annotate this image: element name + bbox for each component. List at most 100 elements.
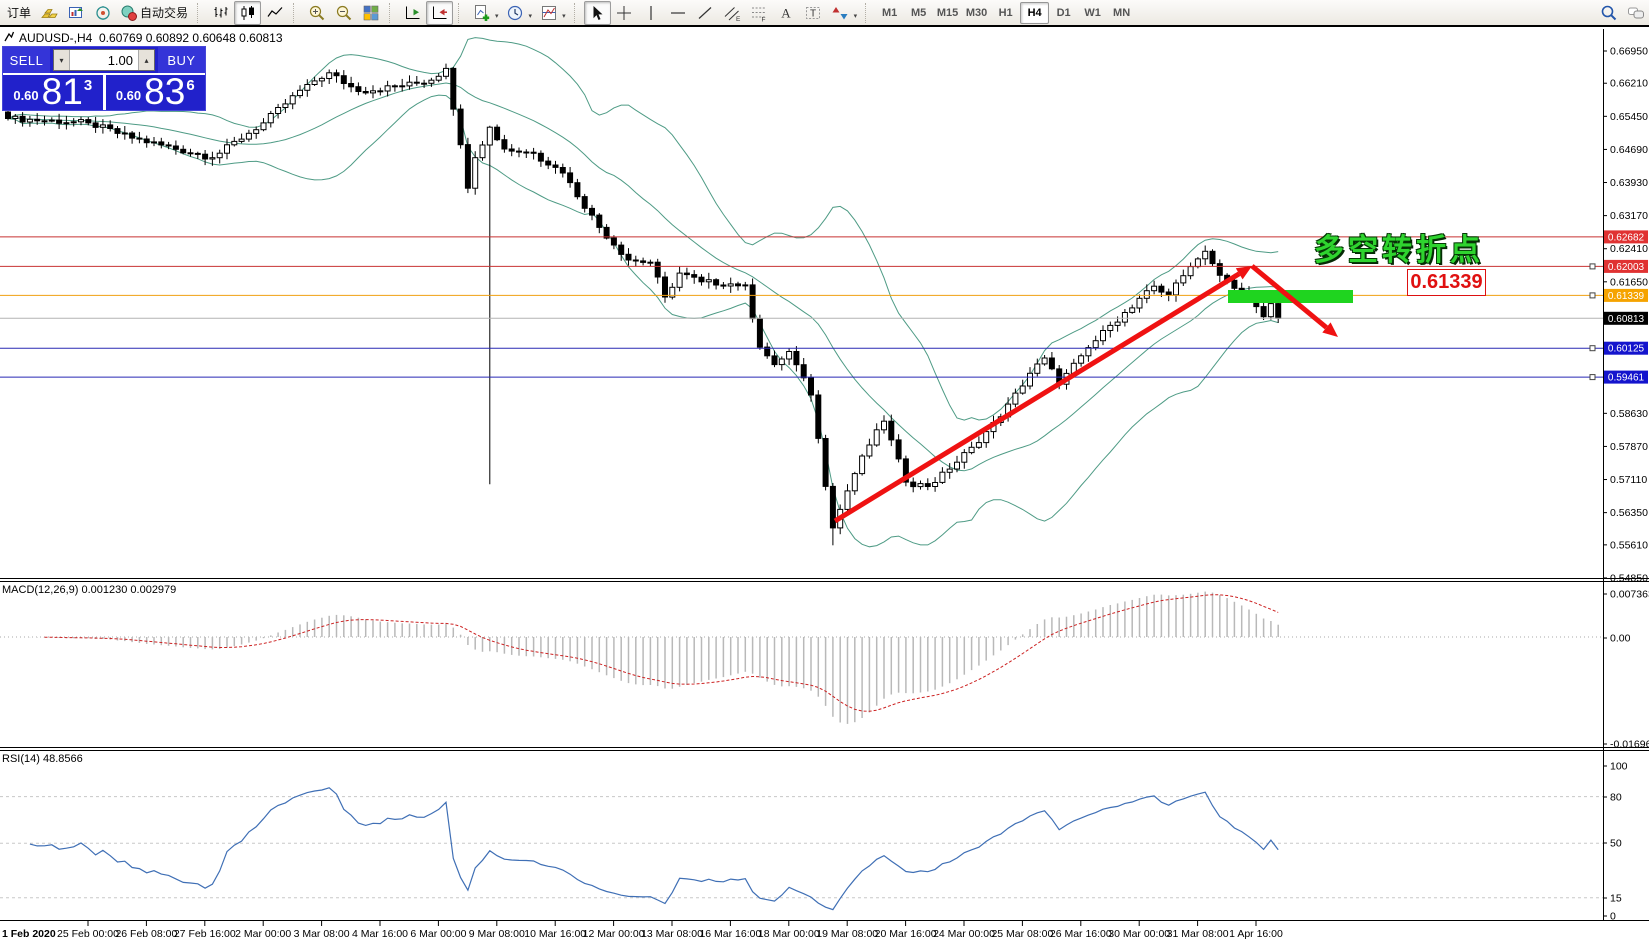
date-label[interactable]: 18 Mar 00:00 — [758, 928, 820, 940]
templates-button-dropdown-icon[interactable]: ▾ — [562, 12, 566, 20]
candlestick-chart-button[interactable] — [234, 1, 261, 25]
publish-chart-icon[interactable] — [62, 1, 89, 25]
axis-price-flag-text: 0.62003 — [1608, 262, 1645, 273]
date-label[interactable]: 20 Mar 16:00 — [875, 928, 937, 940]
line-chart-button[interactable] — [261, 1, 288, 25]
auto-scroll-button[interactable] — [399, 1, 426, 25]
hline-handle[interactable] — [1590, 293, 1595, 298]
candle-bull — [1268, 304, 1273, 317]
date-label[interactable]: 25 Mar 08:00 — [991, 928, 1053, 940]
candle-bear — [801, 365, 806, 378]
date-label[interactable]: 9 Mar 08:00 — [469, 928, 525, 940]
indicators-button[interactable] — [468, 1, 495, 25]
sell-button[interactable]: SELL — [3, 47, 50, 73]
timeframe-button-w1[interactable]: W1 — [1078, 2, 1107, 24]
timeframe-button-m1[interactable]: M1 — [875, 2, 904, 24]
chart-canvas[interactable]: 0.626820.620030.613390.608130.601250.594… — [0, 0, 1649, 948]
date-label[interactable]: 1 Apr 16:00 — [1229, 928, 1283, 940]
price-tick-label: 0.64690 — [1610, 144, 1648, 156]
timeframe-button-mn[interactable]: MN — [1107, 2, 1136, 24]
horizontal-line-button[interactable] — [665, 1, 692, 25]
candle-bull — [955, 462, 960, 469]
date-label[interactable]: 25 Feb 00:00 — [57, 928, 119, 940]
date-label[interactable]: 19 Mar 08:00 — [816, 928, 878, 940]
price-tick-label: 0.65450 — [1610, 111, 1648, 123]
order-button[interactable]: 订单 — [3, 4, 35, 21]
indicators-button-dropdown-icon[interactable]: ▾ — [495, 12, 499, 20]
date-label[interactable]: 3 Mar 08:00 — [294, 928, 350, 940]
volume-decrease-button[interactable]: ▾ — [54, 50, 70, 70]
sell-price[interactable]: 0.60813 — [3, 75, 103, 110]
equidistant-channel-button[interactable]: E — [719, 1, 746, 25]
candle-bear — [714, 280, 719, 285]
date-label[interactable]: 27 Feb 16:00 — [174, 928, 236, 940]
timeframe-button-h1[interactable]: H1 — [991, 2, 1020, 24]
one-click-trading-panel: SELL ▾ 1.00 ▴ BUY 0.60813 0.60836 — [2, 46, 206, 111]
zoom-in-button[interactable] — [303, 1, 330, 25]
timeframe-button-d1[interactable]: D1 — [1049, 2, 1078, 24]
date-label[interactable]: 2 Mar 00:00 — [235, 928, 291, 940]
timeframe-button-h4[interactable]: H4 — [1020, 2, 1049, 24]
candle-bear — [830, 486, 835, 528]
candle-bull — [867, 445, 872, 456]
volume-increase-button[interactable]: ▴ — [138, 50, 154, 70]
hline-handle[interactable] — [1590, 375, 1595, 380]
chat-button[interactable] — [1622, 1, 1649, 25]
hline-handle[interactable] — [1590, 346, 1595, 351]
date-label[interactable]: 10 Mar 16:00 — [524, 928, 586, 940]
turning-point-annotation[interactable]: 多空转折点 — [1308, 225, 1490, 269]
date-label[interactable]: 12 Mar 00:00 — [583, 928, 645, 940]
date-label[interactable]: 26 Feb 08:00 — [115, 928, 177, 940]
candle-bull — [79, 120, 84, 122]
bollinger-middle — [8, 83, 1278, 471]
timeframe-button-m5[interactable]: M5 — [904, 2, 933, 24]
candle-bull — [152, 142, 157, 143]
autotrade-button[interactable]: 自动交易 — [116, 4, 192, 22]
date-label[interactable]: 26 Mar 16:00 — [1050, 928, 1112, 940]
date-label[interactable]: 13 Mar 08:00 — [641, 928, 703, 940]
periods-button[interactable] — [502, 1, 529, 25]
svg-text:T: T — [810, 8, 816, 19]
templates-button[interactable] — [535, 1, 562, 25]
buy-price[interactable]: 0.60836 — [106, 75, 206, 110]
volume-input[interactable]: 1.00 — [70, 50, 138, 70]
candle-bull — [976, 443, 981, 448]
candle-bear — [597, 215, 602, 227]
candle-bear — [173, 146, 178, 149]
vertical-line-button[interactable] — [638, 1, 665, 25]
signals-icon[interactable] — [89, 1, 116, 25]
hline-handle[interactable] — [1590, 264, 1595, 269]
crosshair-button[interactable] — [611, 1, 638, 25]
trendline-button[interactable] — [692, 1, 719, 25]
modify-order-icon[interactable] — [35, 1, 62, 25]
svg-text:A: A — [781, 5, 791, 20]
arrows-button-dropdown-icon[interactable]: ▾ — [854, 12, 858, 20]
price-tag-label[interactable]: 0.61339 — [1407, 269, 1486, 296]
date-label[interactable]: 30 Mar 00:00 — [1108, 928, 1170, 940]
text-button[interactable]: A — [773, 1, 800, 25]
trend-up-arrow[interactable] — [835, 274, 1239, 521]
timeframe-button-m15[interactable]: M15 — [933, 2, 962, 24]
fibonacci-button[interactable]: F — [746, 1, 773, 25]
bar-chart-button[interactable] — [207, 1, 234, 25]
cursor-button[interactable] — [584, 1, 611, 25]
candle-bull — [1137, 298, 1142, 308]
arrows-button[interactable] — [827, 1, 854, 25]
date-label[interactable]: 24 Mar 00:00 — [933, 928, 995, 940]
candle-bull — [49, 120, 54, 121]
buy-button[interactable]: BUY — [158, 47, 205, 73]
search-button[interactable] — [1595, 1, 1622, 25]
date-label[interactable]: 31 Mar 08:00 — [1167, 928, 1229, 940]
candle-bull — [239, 139, 244, 141]
date-label[interactable]: 1 Feb 2020 — [2, 928, 56, 940]
chart-shift-button[interactable] — [426, 1, 453, 25]
date-label[interactable]: 6 Mar 00:00 — [410, 928, 466, 940]
text-label-button[interactable]: T — [800, 1, 827, 25]
tile-windows-button[interactable] — [357, 1, 384, 25]
periods-button-dropdown-icon[interactable]: ▾ — [529, 12, 533, 20]
candle-bull — [444, 68, 449, 76]
timeframe-button-m30[interactable]: M30 — [962, 2, 991, 24]
date-label[interactable]: 16 Mar 16:00 — [699, 928, 761, 940]
date-label[interactable]: 4 Mar 16:00 — [352, 928, 408, 940]
zoom-out-button[interactable] — [330, 1, 357, 25]
